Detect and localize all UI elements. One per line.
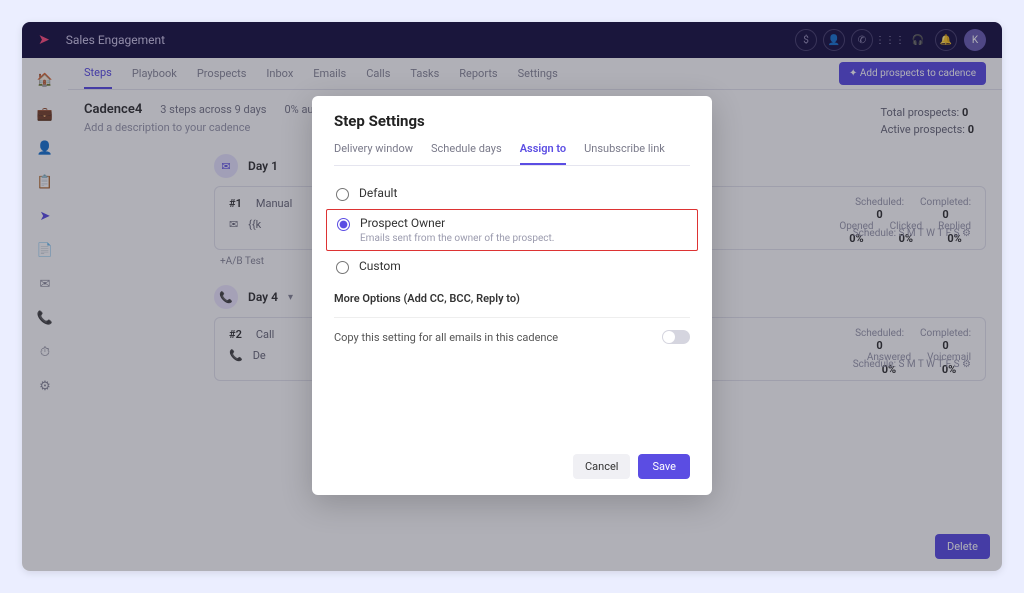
radio-default[interactable] (336, 188, 349, 201)
tab-assign-to[interactable]: Assign to (520, 142, 566, 165)
copy-setting-toggle[interactable] (662, 330, 690, 344)
more-options[interactable]: More Options (Add CC, BCC, Reply to) (334, 292, 690, 318)
option-prospect-owner-desc: Emails sent from the owner of the prospe… (360, 233, 554, 244)
tab-unsubscribe-link[interactable]: Unsubscribe link (584, 142, 665, 165)
radio-prospect-owner[interactable] (337, 218, 350, 231)
copy-setting-row: Copy this setting for all emails in this… (334, 330, 690, 344)
modal-title: Step Settings (334, 112, 690, 130)
option-custom-label: Custom (359, 259, 401, 273)
option-custom[interactable]: Custom (334, 253, 690, 280)
tab-schedule-days[interactable]: Schedule days (431, 142, 502, 165)
modal-footer: Cancel Save (334, 454, 690, 479)
option-prospect-owner-label: Prospect Owner (360, 216, 554, 230)
cancel-button[interactable]: Cancel (573, 454, 630, 479)
copy-setting-label: Copy this setting for all emails in this… (334, 331, 558, 344)
save-button[interactable]: Save (638, 454, 690, 479)
option-default-label: Default (359, 186, 397, 200)
option-prospect-owner[interactable]: Prospect Owner Emails sent from the owne… (326, 209, 698, 251)
assign-to-options: Default Prospect Owner Emails sent from … (334, 180, 690, 280)
modal-tabs: Delivery window Schedule days Assign to … (334, 142, 690, 166)
radio-custom[interactable] (336, 261, 349, 274)
app-window: ➤ Sales Engagement $ 👤 ✆ ⋮⋮⋮ 🎧 🔔 K Steps… (22, 22, 1002, 571)
step-settings-modal: Step Settings Delivery window Schedule d… (312, 96, 712, 495)
option-default[interactable]: Default (334, 180, 690, 207)
tab-delivery-window[interactable]: Delivery window (334, 142, 413, 165)
